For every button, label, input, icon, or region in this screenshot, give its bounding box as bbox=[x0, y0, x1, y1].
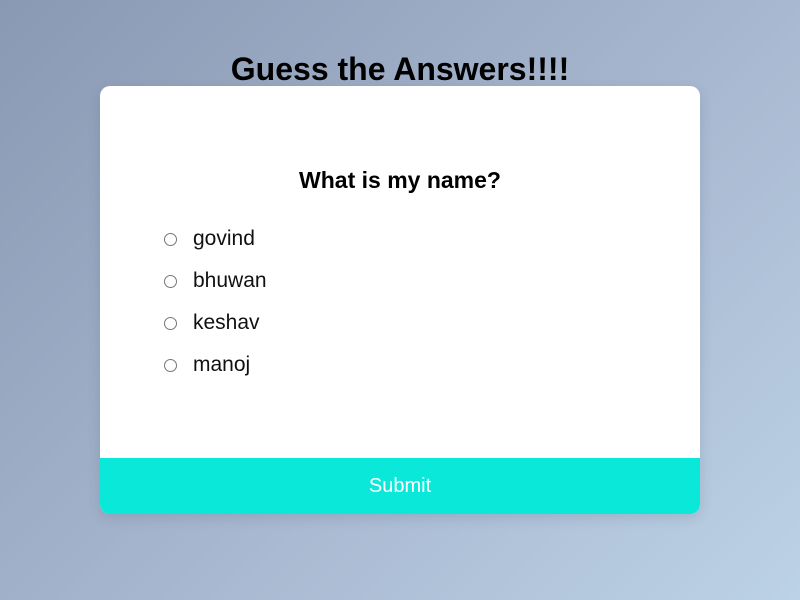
answer-radio-3[interactable] bbox=[164, 316, 177, 330]
answer-label-3[interactable]: keshav bbox=[193, 302, 260, 344]
answer-option-3: keshav bbox=[164, 302, 267, 344]
answer-radio-2[interactable] bbox=[164, 274, 177, 288]
answer-label-4[interactable]: manoj bbox=[193, 344, 250, 386]
answer-radio-1[interactable] bbox=[164, 232, 177, 246]
question-text: What is my name? bbox=[299, 167, 501, 193]
answer-option-4: manoj bbox=[164, 344, 267, 386]
answer-option-1: govind bbox=[164, 218, 267, 260]
answer-list: govind bhuwan keshav manoj bbox=[164, 218, 267, 386]
quiz-card: What is my name? govind bhuwan keshav ma… bbox=[100, 86, 700, 514]
answer-option-2: bhuwan bbox=[164, 260, 267, 302]
answer-label-2[interactable]: bhuwan bbox=[193, 260, 267, 302]
answer-label-1[interactable]: govind bbox=[193, 218, 255, 260]
answer-radio-4[interactable] bbox=[164, 358, 177, 372]
submit-button[interactable]: Submit bbox=[100, 458, 700, 514]
